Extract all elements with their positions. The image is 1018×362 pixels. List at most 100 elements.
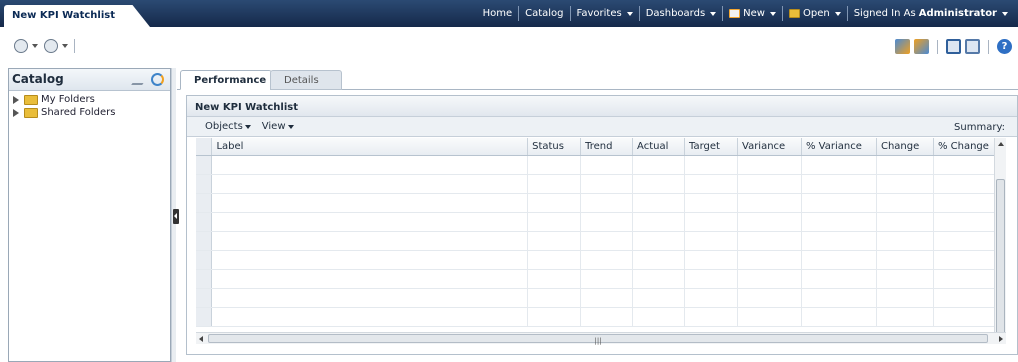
collapse-pane-icon[interactable] <box>173 209 179 224</box>
table-cell <box>684 269 738 289</box>
new-document-icon <box>729 9 741 18</box>
table-cell <box>632 174 686 194</box>
add-kpi-icon[interactable] <box>14 39 28 53</box>
scroll-left-icon[interactable] <box>199 336 203 342</box>
toolbar-separator <box>988 39 989 54</box>
table-cell <box>527 193 582 213</box>
tree-item-shared-folders[interactable]: Shared Folders <box>9 106 170 119</box>
table-row <box>196 174 1006 194</box>
table-cell <box>801 288 877 308</box>
table-cell <box>632 155 686 175</box>
objects-menu[interactable]: Objects <box>205 121 251 132</box>
table-cell <box>876 307 934 327</box>
table-cell <box>580 174 634 194</box>
horizontal-scrollbar[interactable]: ||| <box>196 332 1006 345</box>
table-row <box>196 250 1006 270</box>
column-header-variance[interactable]: Variance <box>737 138 802 156</box>
expand-arrow-icon[interactable] <box>13 95 19 104</box>
table-cell <box>801 269 877 289</box>
nav-new-label: New <box>743 8 765 19</box>
chevron-down-icon[interactable] <box>62 44 68 48</box>
save-icon[interactable] <box>946 39 961 54</box>
row-header-cell <box>196 269 213 289</box>
refresh-icon[interactable] <box>895 39 910 54</box>
global-nav: Home Catalog Favorites Dashboards New Op… <box>477 0 1014 27</box>
column-header-trend[interactable]: Trend <box>580 138 634 156</box>
table-cell <box>876 193 934 213</box>
table-cell <box>801 231 877 251</box>
column-header-status[interactable]: Status <box>527 138 582 156</box>
table-cell <box>527 231 582 251</box>
nav-favorites-menu[interactable]: Favorites <box>571 8 639 19</box>
table-cell <box>876 269 934 289</box>
content-tabs: Performance Details <box>177 68 1018 90</box>
vertical-scrollbar[interactable] <box>994 138 1006 338</box>
table-cell <box>527 288 582 308</box>
kpi-table: Label Status Trend Actual Target Varianc… <box>196 138 1006 338</box>
pencil-icon[interactable] <box>131 74 150 85</box>
chevron-down-icon[interactable] <box>32 44 38 48</box>
nav-favorites-label: Favorites <box>576 8 622 19</box>
preview-icon[interactable] <box>914 39 929 54</box>
column-header-change[interactable]: Change <box>876 138 934 156</box>
tree-item-my-folders[interactable]: My Folders <box>9 93 170 106</box>
table-cell <box>876 288 934 308</box>
tree-item-label: Shared Folders <box>41 107 116 118</box>
nav-open-label: Open <box>802 8 830 19</box>
save-as-icon[interactable] <box>965 39 980 54</box>
nav-user-menu[interactable]: Signed In As Administrator <box>848 8 1014 19</box>
table-cell <box>684 174 738 194</box>
nav-home-link[interactable]: Home <box>477 8 519 19</box>
tab-details[interactable]: Details <box>270 70 342 90</box>
scroll-thumb[interactable] <box>996 179 1005 338</box>
nav-new-menu[interactable]: New <box>723 8 782 19</box>
help-icon[interactable]: ? <box>997 39 1012 54</box>
table-cell <box>632 212 686 232</box>
view-menu[interactable]: View <box>262 121 294 132</box>
scroll-thumb[interactable]: ||| <box>208 334 988 345</box>
catalog-tree: My Folders Shared Folders <box>9 91 170 119</box>
chevron-down-icon <box>626 11 633 16</box>
page-tab[interactable]: New KPI Watchlist <box>4 5 150 27</box>
table-cell <box>632 288 686 308</box>
scroll-right-icon[interactable] <box>999 336 1003 342</box>
table-cell <box>632 193 686 213</box>
table-row <box>196 193 1006 213</box>
column-header-label[interactable]: Label <box>211 138 529 156</box>
table-cell <box>580 212 634 232</box>
table-row <box>196 212 1006 232</box>
column-header-percent-variance[interactable]: % Variance <box>801 138 877 156</box>
global-header: New KPI Watchlist Home Catalog Favorites… <box>0 0 1018 27</box>
table-cell <box>211 269 529 289</box>
refresh-icon[interactable] <box>151 73 164 86</box>
watchlist-panel: New KPI Watchlist Objects View Summary: … <box>186 95 1018 355</box>
row-header-cell <box>196 193 213 213</box>
column-header-actual[interactable]: Actual <box>632 138 686 156</box>
nav-dashboards-menu[interactable]: Dashboards <box>640 8 722 19</box>
summary-label: Summary: <box>954 122 1005 133</box>
table-cell <box>580 288 634 308</box>
tab-performance[interactable]: Performance <box>180 70 272 90</box>
row-header-cell <box>196 174 213 194</box>
table-cell <box>801 307 877 327</box>
table-row <box>196 155 1006 175</box>
expand-arrow-icon[interactable] <box>13 108 19 117</box>
watchlist-menubar: Objects View Summary: <box>187 117 1017 137</box>
table-cell <box>211 231 529 251</box>
catalog-header: Catalog <box>9 69 170 91</box>
nav-open-menu[interactable]: Open <box>783 8 847 19</box>
table-cell <box>211 174 529 194</box>
scroll-up-icon[interactable] <box>998 142 1004 146</box>
table-cell <box>580 155 634 175</box>
row-header-cell <box>196 250 213 270</box>
nav-catalog-link[interactable]: Catalog <box>519 8 569 19</box>
table-cell <box>527 212 582 232</box>
table-cell <box>632 231 686 251</box>
point-of-view-icon[interactable] <box>44 39 58 53</box>
chevron-down-icon <box>244 125 251 129</box>
column-header-target[interactable]: Target <box>684 138 738 156</box>
folder-icon <box>24 107 38 118</box>
objects-menu-label: Objects <box>205 121 243 132</box>
signed-in-label: Signed In As <box>853 8 916 19</box>
table-cell <box>801 212 877 232</box>
